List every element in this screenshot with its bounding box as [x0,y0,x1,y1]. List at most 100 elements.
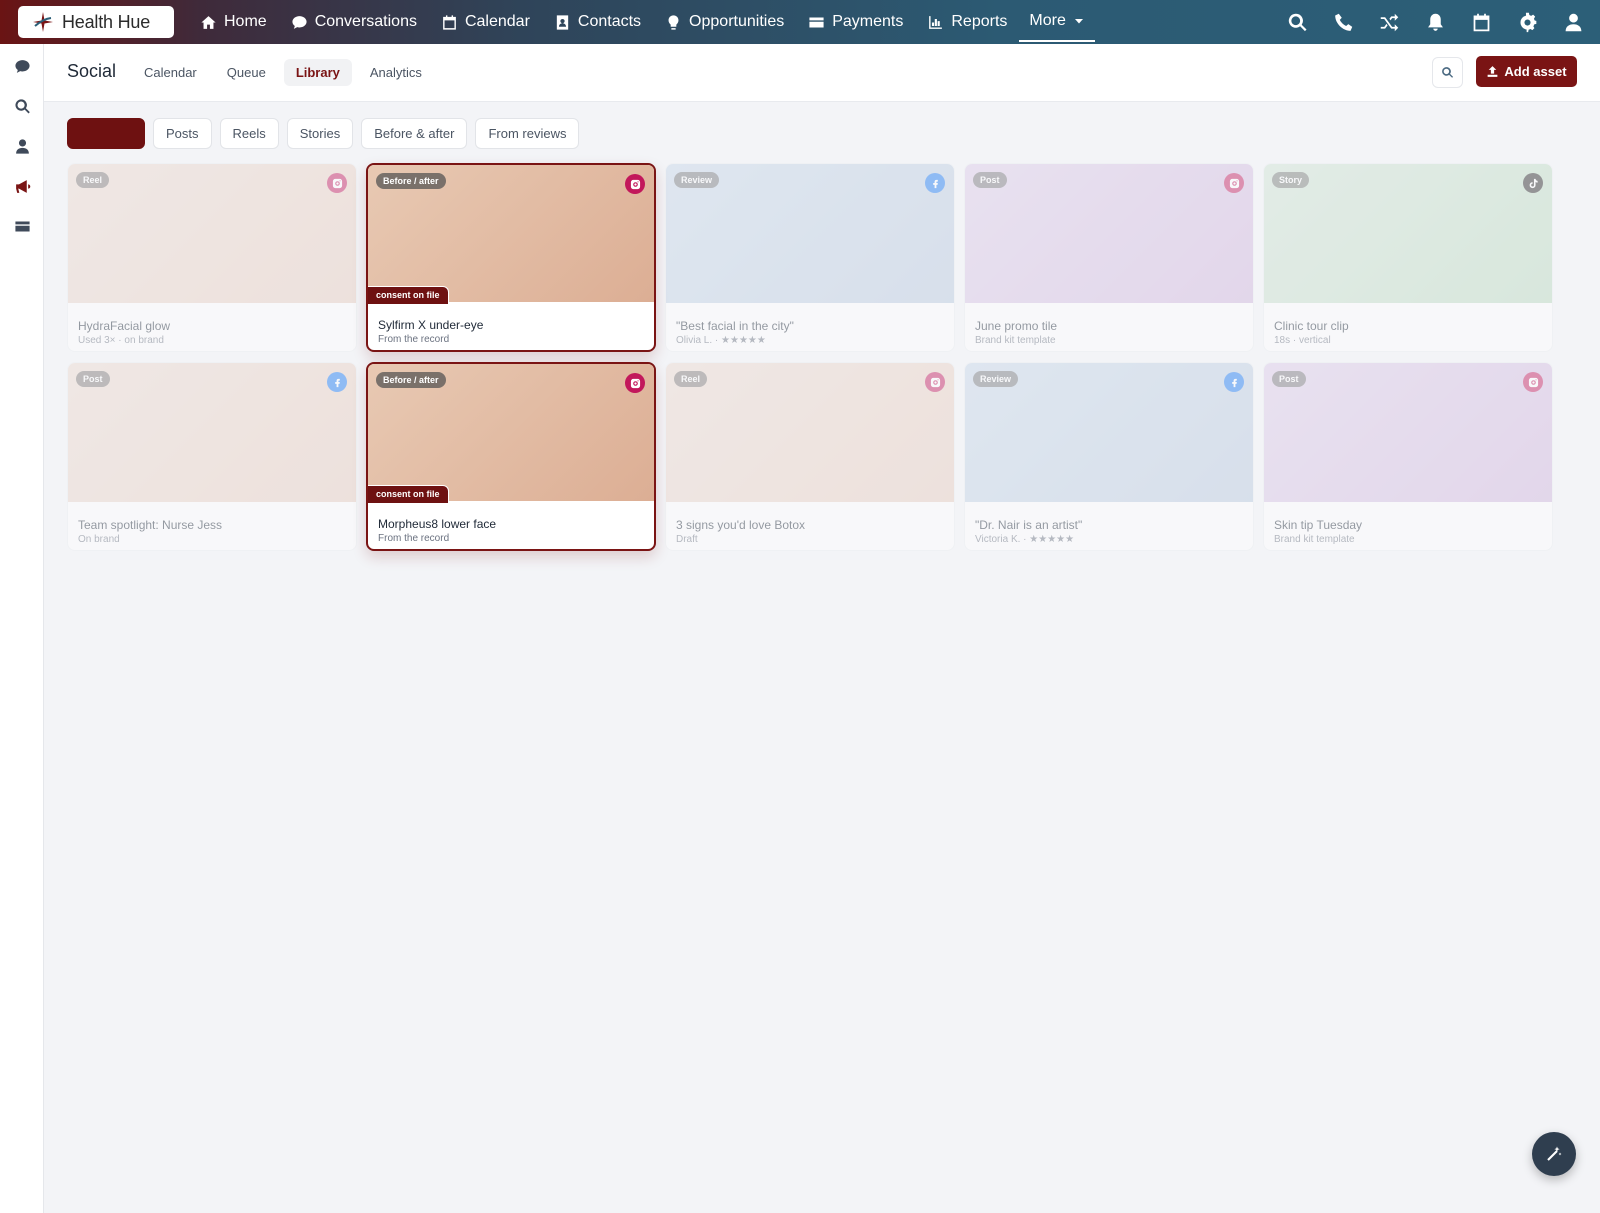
asset-card[interactable]: Before / after consent on file Morpheus8 l… [366,362,656,551]
instagram-icon [1229,178,1239,188]
nav-reports[interactable]: Reports [915,0,1019,44]
contacts-icon [556,14,569,30]
nav-opportunities-label: Opportunities [689,13,785,30]
caret-down-icon [1074,19,1083,24]
utility-icons [1287,0,1584,44]
top-nav: Health Hue Home Conversations Calendar C… [0,0,1600,44]
nav-opportunities[interactable]: Opportunities [653,0,796,44]
asset-meta: Used 3× · on brand [78,335,164,346]
shuffle-button[interactable] [1379,12,1400,33]
asset-card[interactable]: Before / after consent on file Sylfirm X u… [366,163,656,352]
page-title: Social [67,61,117,81]
search-icon [1288,13,1307,31]
facebook-badge [327,372,347,392]
rail-social[interactable] [12,176,32,196]
instagram-icon [630,179,640,189]
filter-stories[interactable]: Stories [286,118,354,149]
asset-card[interactable]: Reel HydraFacial glow Used 3× · on brand [67,163,357,352]
global-search-button[interactable] [1287,12,1308,33]
phone-button[interactable] [1333,12,1354,33]
asset-card[interactable]: Post Team spotlight: Nurse Jess On brand [67,362,357,551]
asset-title: June promo tile [975,319,1058,333]
instagram-icon [332,178,342,188]
magic-wand-icon [1547,1146,1562,1161]
asset-card[interactable]: Review "Best facial in the city" Olivia L.… [665,163,955,352]
notifications-button[interactable] [1425,12,1446,33]
nav-payments[interactable]: Payments [796,0,915,44]
asset-meta: 18s · vertical [1274,335,1331,346]
left-rail [0,44,44,1213]
asset-card[interactable]: Post June promo tile Brand kit template [964,163,1254,352]
bell-icon [1428,13,1443,31]
instagram-badge [625,373,645,393]
asset-card[interactable]: Reel 3 signs you'd love Botox Draft [665,362,955,551]
instagram-icon [630,378,640,388]
settings-button[interactable] [1517,12,1538,33]
asset-meta: On brand [78,534,120,545]
nav-more[interactable]: More [1019,2,1095,42]
logo-mark-icon [33,12,53,32]
asset-meta: From the record [378,334,450,345]
instagram-badge [1224,173,1244,193]
nav-home[interactable]: Home [188,0,279,44]
nav-calendar[interactable]: Calendar [429,0,542,44]
tab-library[interactable]: Library [283,59,352,86]
asset-type-badge: Story [1272,172,1310,188]
asset-card[interactable]: Post Skin tip Tuesday Brand kit template [1263,362,1553,551]
nav-conversations[interactable]: Conversations [279,0,429,44]
filter-from-reviews[interactable]: From reviews [475,118,580,149]
tab-calendar[interactable]: Calendar [132,59,209,86]
tiktok-badge [1523,173,1543,193]
filter-reels[interactable]: Reels [219,118,279,149]
asset-title: "Best facial in the city" [676,319,794,333]
appointments-button[interactable] [1471,12,1492,33]
phone-icon [1335,13,1353,31]
rail-search[interactable] [12,96,32,116]
asset-title: 3 signs you'd love Botox [676,518,806,532]
asset-type-badge: Review [674,172,720,188]
rail-user[interactable] [12,136,32,156]
rail-billing[interactable] [12,216,32,236]
asset-type-badge: Post [1272,371,1306,387]
asset-card[interactable]: Review "Dr. Nair is an artist" Victoria K.… [964,362,1254,551]
asset-type-badge: Before / after [376,173,446,189]
asset-type-badge: Post [973,172,1007,188]
tiktok-icon [1529,178,1538,188]
asset-type-badge: Reel [674,371,708,387]
brand-logo[interactable]: Health Hue [18,6,174,38]
profile-button[interactable] [1563,12,1584,33]
asset-meta: Brand kit template [975,335,1056,346]
asset-type-badge: Before / after [376,372,446,388]
consent-badge: consent on file [368,485,449,504]
credit-card-icon [809,17,824,27]
filter-posts[interactable]: Posts [153,118,212,149]
nav-home-label: Home [224,13,267,30]
instagram-icon [1528,377,1538,387]
filter-all[interactable] [67,118,145,149]
shuffle-icon [1380,13,1399,31]
tab-queue[interactable]: Queue [215,59,278,86]
brand-name: Health Hue [62,11,151,32]
tab-analytics[interactable]: Analytics [358,59,434,86]
nav-payments-label: Payments [832,13,904,30]
home-icon [201,15,216,29]
ai-assistant-button[interactable] [1532,1132,1576,1176]
add-asset-button[interactable]: Add asset [1476,56,1577,87]
calendar-icon [1473,13,1490,31]
lightbulb-icon [668,14,679,30]
asset-title: Skin tip Tuesday [1274,518,1363,532]
library-search-button[interactable] [1432,57,1463,88]
user-icon [1565,13,1582,31]
upload-icon [1488,66,1498,77]
nav-contacts[interactable]: Contacts [542,0,653,44]
asset-card[interactable]: Story Clinic tour clip 18s · vertical [1263,163,1553,352]
asset-title: HydraFacial glow [78,319,171,333]
rail-chat[interactable] [12,56,32,76]
instagram-badge [625,174,645,194]
filter-before-after[interactable]: Before & after [361,118,468,149]
search-icon [14,98,30,113]
instagram-badge [327,173,347,193]
instagram-badge [1523,372,1543,392]
nav-more-label: More [1029,12,1066,29]
facebook-badge [1224,372,1244,392]
